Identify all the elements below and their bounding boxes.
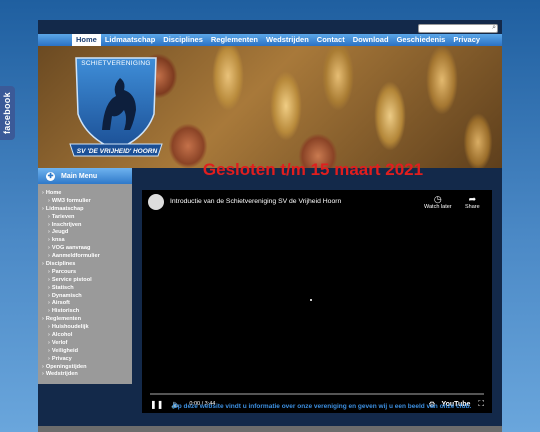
sidebar-menu: ✚ Main Menu HomeWM3 formulierLidmaatscha… [38, 168, 132, 384]
sidebar-item-wm3-formulier[interactable]: WM3 formulier [42, 198, 132, 206]
share-button[interactable]: ➦ Share [465, 194, 480, 210]
nav-geschiedenis[interactable]: Geschiedenis [393, 34, 450, 46]
video-title[interactable]: Introductie van de Schietvereniging SV d… [170, 198, 341, 205]
menu-icon: ✚ [46, 171, 55, 181]
intro-caption: Op deze website vindt u informatie over … [172, 403, 472, 410]
share-label: Share [465, 204, 480, 210]
nav-home[interactable]: Home [72, 34, 101, 46]
closure-notice: Gesloten t/m 15 maart 2021 [202, 160, 424, 179]
sidebar-item-historisch[interactable]: Historisch [42, 308, 132, 316]
header-banner: SCHIETVERENIGING SV 'DE VRIJHEID' HOORN [38, 46, 502, 168]
club-crest-logo[interactable]: SCHIETVERENIGING SV 'DE VRIJHEID' HOORN [66, 52, 166, 164]
nav-contact[interactable]: Contact [313, 34, 349, 46]
channel-avatar[interactable] [148, 194, 164, 210]
sidebar-item-reglementen[interactable]: Reglementen [42, 316, 132, 324]
facebook-tab[interactable]: facebook [0, 86, 15, 140]
sidebar-menu-list: HomeWM3 formulierLidmaatschapTarievenIns… [38, 184, 132, 379]
sidebar-item-statisch[interactable]: Statisch [42, 285, 132, 293]
facebook-label: facebook [2, 92, 12, 134]
search-input[interactable] [418, 24, 498, 33]
search-icon[interactable]: ⌕ [492, 24, 496, 32]
share-icon: ➦ [468, 194, 477, 204]
sidebar-item-veiligheid[interactable]: Veiligheid [42, 348, 132, 356]
sidebar-item-jeugd[interactable]: Jeugd [42, 229, 132, 237]
sidebar-item-airsoft[interactable]: Airsoft [42, 300, 132, 308]
crest-top-text: SCHIETVERENIGING [81, 60, 151, 67]
sidebar-header: ✚ Main Menu [38, 168, 132, 184]
sidebar-title: Main Menu [61, 172, 98, 180]
sidebar-item-privacy[interactable]: Privacy [42, 356, 132, 364]
clock-icon: ◷ [433, 194, 442, 204]
sidebar-item-huishoudelijk[interactable]: Huishoudelijk [42, 324, 132, 332]
sidebar-item-disciplines[interactable]: Disciplines [42, 261, 132, 269]
sidebar-item-verlof[interactable]: Verlof [42, 340, 132, 348]
sidebar-item-alcohol[interactable]: Alcohol [42, 332, 132, 340]
nav-download[interactable]: Download [349, 34, 393, 46]
nav-reglementen[interactable]: Reglementen [207, 34, 262, 46]
video-player[interactable]: Introductie van de Schietvereniging SV d… [142, 190, 492, 413]
crest-ribbon-text: SV 'DE VRIJHEID' HOORN [76, 148, 158, 155]
sidebar-item-openingstijden[interactable]: Openingstijden [42, 364, 132, 372]
sidebar-item-dynamisch[interactable]: Dynamisch [42, 293, 132, 301]
sidebar-item-aanmeldformulier[interactable]: Aanmeldformulier [42, 253, 132, 261]
sidebar-item-home[interactable]: Home [42, 190, 132, 198]
video-progress-bar[interactable] [150, 393, 484, 395]
sidebar-item-tarieven[interactable]: Tarieven [42, 214, 132, 222]
sidebar-item-wedstrijden[interactable]: Wedstrijden [42, 371, 132, 379]
top-navigation: Home Lidmaatschap Disciplines Reglemente… [38, 34, 502, 46]
nav-wedstrijden[interactable]: Wedstrijden [262, 34, 313, 46]
footer-strip [38, 426, 502, 432]
loading-indicator [310, 299, 312, 301]
watch-later-label: Watch later [424, 204, 452, 210]
sidebar-item-inschrijven[interactable]: Inschrijven [42, 222, 132, 230]
nav-lidmaatschap[interactable]: Lidmaatschap [101, 34, 159, 46]
nav-disciplines[interactable]: Disciplines [159, 34, 207, 46]
sidebar-item-parcours[interactable]: Parcours [42, 269, 132, 277]
sidebar-item-knsa[interactable]: knsa [42, 237, 132, 245]
sidebar-item-service-pistool[interactable]: Service pistool [42, 277, 132, 285]
sidebar-item-lidmaatschap[interactable]: Lidmaatschap [42, 206, 132, 214]
site-container: ⌕ Home Lidmaatschap Disciplines Reglemen… [38, 20, 502, 432]
sidebar-item-vog-aanvraag[interactable]: VOG aanvraag [42, 245, 132, 253]
watch-later-button[interactable]: ◷ Watch later [424, 194, 452, 210]
nav-privacy[interactable]: Privacy [449, 34, 484, 46]
